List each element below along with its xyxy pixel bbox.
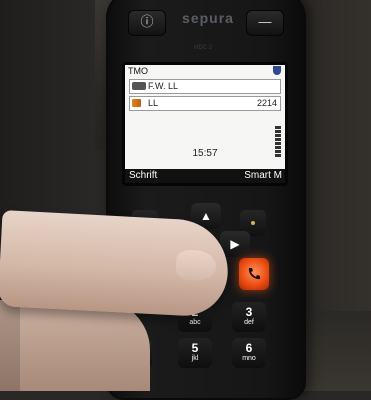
key-digit: 6 <box>245 341 253 355</box>
softkey-right-label[interactable]: Smart M <box>244 170 282 181</box>
signal-strength-icon <box>275 125 281 165</box>
softkey-bar: Schrift Smart M <box>125 169 285 183</box>
menu-key[interactable]: — <box>246 10 284 36</box>
key-5[interactable]: 5 jkl <box>178 338 212 368</box>
softkey-left-label[interactable]: Schrift <box>129 170 157 181</box>
key-letters: mno <box>242 355 256 362</box>
list-item-number: 2214 <box>256 98 277 108</box>
clock: 15:57 <box>192 148 218 159</box>
folder-icon <box>132 99 141 107</box>
brand-logo: sepura <box>182 10 234 26</box>
key-3[interactable]: 3 def <box>232 302 266 332</box>
key-letters: def <box>244 319 254 326</box>
network-mode-label: TMO <box>128 66 148 76</box>
list-item-label: F.W. LL <box>148 81 179 91</box>
list-item-label: LL <box>148 98 159 108</box>
list-item[interactable]: LL 2214 <box>129 96 281 111</box>
key-digit: 5 <box>191 341 199 355</box>
phone-icon <box>248 268 260 280</box>
display: TMO F.W. LL LL 2214 15:57 Schrift Smart … <box>125 65 285 183</box>
top-bezel: ⓘ sepura — <box>116 2 296 42</box>
shield-icon <box>273 66 281 75</box>
power-key[interactable]: ⓘ <box>128 10 166 36</box>
group-icon <box>132 82 146 90</box>
list-item[interactable]: F.W. LL <box>129 79 281 94</box>
hand-shadow <box>0 300 20 391</box>
key-digit: 3 <box>245 305 253 319</box>
hand <box>0 300 150 391</box>
key-6[interactable]: 6 mno <box>232 338 266 368</box>
display-frame: TMO F.W. LL LL 2214 15:57 Schrift Smart … <box>122 62 288 186</box>
fingertip <box>175 249 217 282</box>
call-end-button[interactable] <box>239 258 269 290</box>
model-label: HDC 2 <box>193 45 212 51</box>
status-bar: TMO <box>125 65 285 77</box>
key-letters: jkl <box>191 355 199 362</box>
key-letters: abc <box>189 319 201 326</box>
finger <box>0 210 231 318</box>
